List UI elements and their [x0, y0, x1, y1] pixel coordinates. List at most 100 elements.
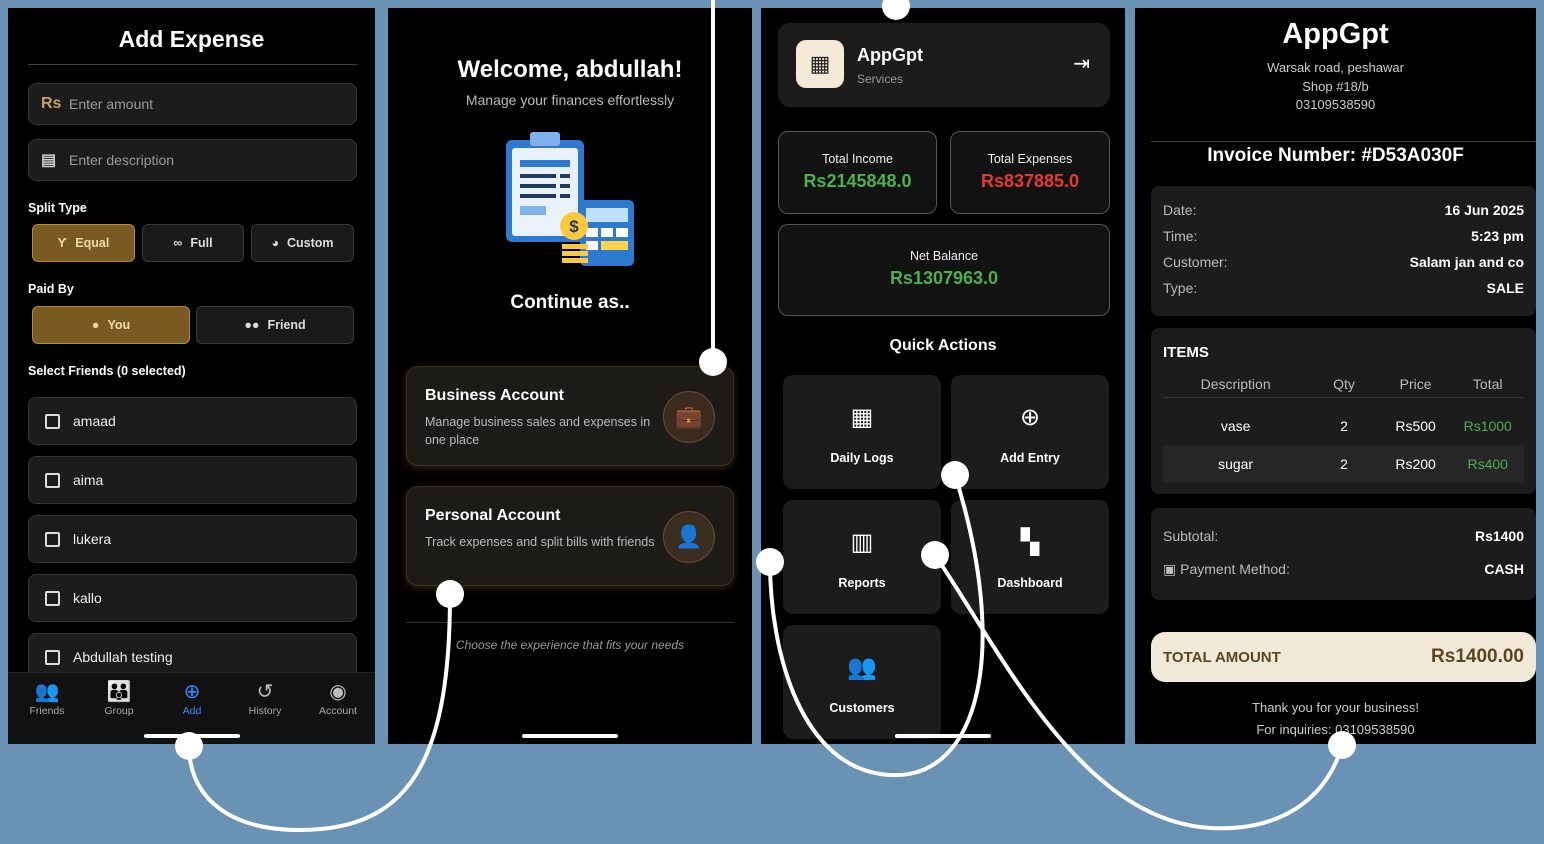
address-line: Shop #18/b — [1302, 79, 1369, 94]
friend-item[interactable]: amaad — [28, 397, 357, 445]
tab-account[interactable]: ◉ Account — [308, 679, 368, 717]
bar-chart-icon: ▥ — [850, 529, 874, 556]
title-divider — [28, 64, 357, 65]
stat-value: Rs837885.0 — [980, 171, 1080, 191]
total-expenses-card: Total Expenses Rs837885.0 — [950, 131, 1110, 214]
paid-by-friend-button[interactable]: ●● Friend — [196, 306, 354, 344]
header-divider — [1151, 141, 1536, 142]
customers-button[interactable]: 👥 Customers — [783, 625, 941, 739]
person-icon: 👤 — [663, 511, 715, 563]
footer-text: Choose the experience that fits your nee… — [455, 638, 685, 652]
tab-history[interactable]: ↺ History — [235, 679, 295, 717]
account-icon: ◉ — [329, 681, 347, 703]
invoice-screen: AppGpt Warsak road, peshawar Shop #18/b … — [1135, 8, 1536, 744]
finance-illustration: $ — [506, 132, 634, 266]
home-indicator — [522, 734, 618, 738]
stat-label: Total Income — [822, 152, 893, 166]
items-heading: ITEMS — [1163, 344, 1209, 361]
history-icon: ↺ — [256, 681, 274, 703]
table-row: sugar 2 Rs200 Rs400 — [1163, 445, 1524, 483]
net-balance-card: Net Balance Rs1307963.0 — [778, 224, 1110, 316]
stat-value: Rs1307963.0 — [889, 268, 999, 288]
business-type: Services — [857, 72, 904, 86]
invoice-meta-card: Date: 16 Jun 2025 Time: 5:23 pm Customer: S… — [1151, 186, 1536, 316]
reports-button[interactable]: ▥ Reports — [783, 500, 941, 614]
address-line: 03109538590 — [1295, 97, 1376, 112]
paid-by-label: Paid By — [28, 282, 74, 296]
summary-card: Subtotal: Rs1400 ▣ Payment Method: CASH — [1151, 508, 1536, 600]
checkbox[interactable] — [45, 413, 60, 429]
split-icon: Ƴ — [57, 236, 68, 250]
cash-icon: ▣ — [1163, 561, 1181, 577]
paid-by-you-button[interactable]: ● You — [32, 306, 190, 344]
thanks-text: Thank you for your business! — [1252, 700, 1419, 715]
welcome-screen: Welcome, abdullah! Manage your finances … — [388, 8, 752, 744]
invoice-customer: Salam jan and co — [1409, 254, 1524, 270]
daily-logs-button[interactable]: ▦ Daily Logs — [783, 375, 941, 489]
add-circle-icon: ⊕ — [1019, 404, 1041, 431]
friend-item[interactable]: aima — [28, 456, 357, 504]
amount-placeholder: Enter amount — [69, 96, 154, 112]
invoice-business-name: AppGpt — [1282, 18, 1389, 50]
tab-friends[interactable]: 👥 Friends — [17, 679, 77, 717]
checkbox[interactable] — [45, 649, 60, 665]
business-account-card[interactable]: Business Account Manage business sales a… — [406, 366, 734, 466]
people-icon: 👥 — [847, 654, 877, 681]
invoice-time: 5:23 pm — [1471, 228, 1524, 244]
quick-actions-heading: Quick Actions — [889, 337, 997, 354]
calendar-icon: ▦ — [850, 404, 874, 431]
invoice-date: 16 Jun 2025 — [1444, 202, 1524, 218]
friend-item[interactable]: lukera — [28, 515, 357, 563]
footer-divider — [406, 622, 734, 623]
personal-account-card[interactable]: Personal Account Track expenses and spli… — [406, 486, 734, 586]
home-indicator — [143, 734, 240, 738]
tab-add[interactable]: ⊕ Add — [162, 679, 222, 717]
payment-method-value: CASH — [1484, 561, 1524, 577]
stat-label: Total Expenses — [987, 152, 1073, 166]
split-equal-button[interactable]: Ƴ Equal — [32, 224, 135, 262]
stat-value: Rs2145848.0 — [803, 171, 912, 191]
pie-chart-icon: ◕ — [271, 236, 280, 250]
dashboard-button[interactable]: ▚ Dashboard — [951, 500, 1109, 614]
checkbox[interactable] — [45, 531, 60, 547]
business-header: ▦ AppGpt Services ⇥ — [778, 23, 1110, 107]
checkbox[interactable] — [45, 472, 60, 488]
account-title: Personal Account — [425, 507, 561, 524]
description-input[interactable]: ▤ Enter description — [28, 139, 357, 181]
people-icon: ●● — [244, 318, 260, 332]
page-title: Add Expense — [118, 26, 265, 52]
stat-label: Net Balance — [909, 249, 979, 263]
briefcase-icon: 💼 — [663, 391, 715, 443]
welcome-heading: Welcome, abdullah! — [457, 56, 683, 83]
items-card: ITEMS Description Qty Price Total vase 2… — [1151, 328, 1536, 494]
svg-text:$: $ — [569, 217, 579, 236]
dashboard-icon: ▚ — [1020, 529, 1040, 556]
select-friends-label: Select Friends (0 selected) — [28, 364, 186, 378]
total-income-card: Total Income Rs2145848.0 — [778, 131, 937, 214]
rupee-prefix: Rs — [41, 95, 62, 112]
table-row: vase 2 Rs500 Rs1000 — [1220, 418, 1512, 434]
checkbox[interactable] — [45, 590, 60, 606]
account-description: Track expenses and split bills with frie… — [425, 535, 655, 549]
account-title: Business Account — [425, 387, 564, 404]
split-custom-button[interactable]: ◕ Custom — [251, 224, 354, 262]
home-indicator — [895, 734, 991, 738]
logout-icon[interactable]: ⇥ — [1073, 51, 1090, 76]
business-name: AppGpt — [857, 45, 923, 65]
add-entry-button[interactable]: ⊕ Add Entry — [951, 375, 1109, 489]
infinity-icon: ∞ — [173, 236, 183, 250]
group-icon: 👪 — [106, 681, 132, 703]
address-line: Warsak road, peshawar — [1267, 60, 1404, 75]
welcome-subtitle: Manage your finances effortlessly — [465, 92, 675, 108]
split-full-button[interactable]: ∞ Full — [142, 224, 244, 262]
items-header-row: Description Qty Price Total — [1163, 370, 1524, 398]
add-circle-icon: ⊕ — [183, 681, 201, 703]
person-icon: ● — [91, 318, 100, 332]
split-type-label: Split Type — [28, 201, 87, 215]
amount-input[interactable]: Rs Enter amount — [28, 83, 357, 125]
document-icon: ▤ — [41, 152, 57, 169]
friends-icon: 👥 — [34, 681, 60, 703]
friend-item[interactable]: kallo — [28, 574, 357, 622]
tab-group[interactable]: 👪 Group — [89, 679, 149, 717]
add-expense-screen: Add Expense Rs Enter amount ▤ Enter desc… — [8, 8, 375, 744]
